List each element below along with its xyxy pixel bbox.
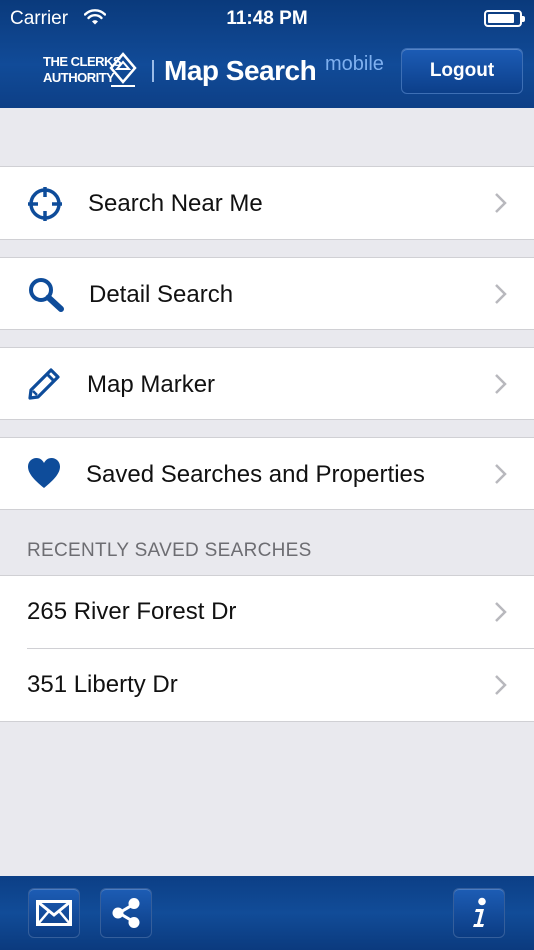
chevron-right-icon	[495, 193, 507, 213]
app-title: Map Search	[164, 55, 317, 86]
menu-item-detail-search[interactable]: Detail Search	[0, 257, 534, 330]
title-separator	[152, 60, 154, 82]
menu-item-map-marker[interactable]: Map Marker	[0, 347, 534, 420]
menu-item-label: Search Near Me	[88, 190, 263, 217]
menu-item-search-near-me[interactable]: Search Near Me	[0, 166, 534, 240]
recent-search-label: 351 Liberty Dr	[27, 671, 178, 698]
clerks-authority-logo: THE CLERKS AUTHORITY	[43, 52, 143, 94]
logo-diamond-icon	[109, 52, 137, 87]
chevron-right-icon	[495, 602, 507, 622]
menu-item-label: Map Marker	[87, 371, 216, 398]
recent-search-label: 265 River Forest Dr	[27, 598, 237, 625]
menu-item-saved-searches[interactable]: Saved Searches and Properties	[0, 437, 534, 510]
list-item[interactable]: 351 Liberty Dr	[0, 649, 534, 722]
search-icon	[29, 278, 64, 312]
list-item[interactable]: 265 River Forest Dr	[0, 576, 534, 649]
menu-item-label: Detail Search	[89, 281, 234, 308]
menu-item-label: Saved Searches and Properties	[86, 461, 425, 488]
share-icon	[112, 898, 140, 928]
pencil-icon	[28, 368, 60, 400]
info-button[interactable]	[453, 888, 505, 938]
chevron-right-icon	[495, 675, 507, 695]
info-icon	[473, 897, 486, 927]
share-button[interactable]	[100, 888, 152, 938]
chevron-right-icon	[495, 374, 507, 394]
recent-searches-header: RECENTLY SAVED SEARCHES	[27, 540, 312, 561]
heart-icon	[28, 458, 60, 488]
app-header: Carrier 11:48 PM THE CLERKS AUTHORITY Ma…	[0, 0, 534, 108]
logout-button[interactable]: Logout	[401, 48, 523, 94]
chevron-right-icon	[495, 464, 507, 484]
status-bar: Carrier 11:48 PM	[0, 0, 534, 38]
crosshair-icon	[28, 187, 62, 221]
mail-button[interactable]	[28, 888, 80, 938]
app-title-suffix: mobile	[325, 53, 384, 75]
mail-icon	[36, 900, 72, 926]
recent-searches-list: 265 River Forest Dr 351 Liberty Dr	[0, 575, 534, 722]
clock: 11:48 PM	[226, 8, 308, 29]
bottom-toolbar	[0, 876, 534, 950]
battery-icon	[484, 10, 525, 27]
chevron-right-icon	[495, 284, 507, 304]
